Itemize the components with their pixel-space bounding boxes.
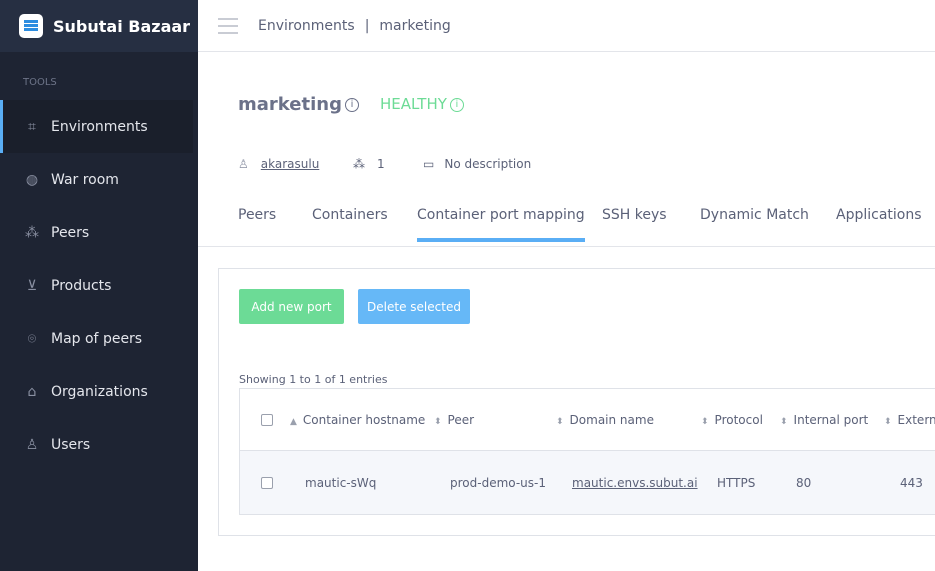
column-container-hostname[interactable]: ▲ Container hostname <box>290 413 425 427</box>
add-new-port-button[interactable]: Add new port <box>239 289 344 324</box>
sidebar-item-label: Peers <box>51 224 90 241</box>
peers-icon: ⁂ <box>25 224 39 241</box>
cell-domain[interactable]: mautic.envs.subut.ai <box>572 476 698 490</box>
tab-container-port-mapping[interactable]: Container port mapping <box>417 207 585 242</box>
page-title: marketing i <box>238 94 359 115</box>
sidebar-item-peers[interactable]: ⁂ Peers <box>0 206 193 259</box>
sort-icon: ⬍ <box>884 416 892 427</box>
tab-containers[interactable]: Containers <box>312 207 388 238</box>
cell-hostname: mautic-sWq <box>305 475 377 490</box>
sidebar-item-label: Environments <box>51 118 148 135</box>
sidebar-item-products[interactable]: ⊻ Products <box>0 259 193 312</box>
subutai-logo-icon <box>19 14 43 38</box>
row-checkbox[interactable] <box>261 476 273 489</box>
sidebar-item-environments[interactable]: ⌗ Environments <box>0 100 193 153</box>
column-external-port[interactable]: ⬍ Extern <box>884 413 935 427</box>
peer-count: ⁂ 1 <box>353 157 385 171</box>
globe-icon: ◍ <box>25 171 39 188</box>
environments-icon: ⌗ <box>28 118 36 135</box>
sort-icon: ⬍ <box>780 416 788 427</box>
sort-icon: ⬍ <box>556 416 564 427</box>
sidebar-item-users[interactable]: ♙ Users <box>0 418 193 471</box>
cell-protocol: HTTPS <box>717 475 756 490</box>
owner: ♙ akarasulu <box>238 157 319 171</box>
tab-peers[interactable]: Peers <box>238 207 276 238</box>
basket-icon: ⊻ <box>26 277 38 294</box>
sidebar-item-label: Products <box>51 277 112 294</box>
folder-icon: ▭ <box>423 157 435 171</box>
map-pin-icon: ⌾ <box>27 330 37 347</box>
top-bar: Environments | marketing <box>198 0 935 52</box>
sidebar: Subutai Bazaar TOOLS ⌗ Environments ◍ War … <box>0 0 198 571</box>
sidebar-item-organizations[interactable]: ⌂ Organizations <box>0 365 193 418</box>
description: ▭ No description <box>423 157 531 171</box>
brand[interactable]: Subutai Bazaar <box>0 0 198 52</box>
peer-count-value: 1 <box>377 157 385 171</box>
description-text: No description <box>444 157 532 171</box>
sidebar-section-title: TOOLS <box>23 77 57 88</box>
table-header: ▲ Container hostname ⬍ Peer ⬍ Domain name ⬍… <box>240 389 935 451</box>
port-mapping-table: ▲ Container hostname ⬍ Peer ⬍ Domain name ⬍… <box>239 388 935 515</box>
column-protocol[interactable]: ⬍ Protocol <box>701 413 763 427</box>
breadcrumb-environments[interactable]: Environments <box>258 18 355 34</box>
sort-asc-icon: ▲ <box>290 416 297 427</box>
tab-applications[interactable]: Applications <box>836 207 922 238</box>
status-text: HEALTHY <box>380 95 447 113</box>
tabs: Peers Containers Container port mapping … <box>198 195 935 247</box>
domain-link[interactable]: mautic.envs.subut.ai <box>572 476 698 490</box>
sidebar-item-label: War room <box>51 171 119 188</box>
status-badge: HEALTHY i <box>380 95 464 113</box>
column-domain-name[interactable]: ⬍ Domain name <box>556 413 654 427</box>
cell-peer: prod-demo-us-1 <box>450 475 546 490</box>
sidebar-item-map-of-peers[interactable]: ⌾ Map of peers <box>0 312 193 365</box>
owner-link[interactable]: akarasulu <box>261 157 320 171</box>
tab-ssh-keys[interactable]: SSH keys <box>602 207 667 238</box>
breadcrumb-separator: | <box>364 17 370 34</box>
bank-icon: ⌂ <box>27 383 37 400</box>
column-internal-port[interactable]: ⬍ Internal port <box>780 413 868 427</box>
delete-selected-button[interactable]: Delete selected <box>358 289 470 324</box>
user-icon: ♙ <box>238 157 249 171</box>
select-all-checkbox[interactable] <box>261 413 273 426</box>
cell-internal-port: 80 <box>796 475 812 490</box>
table-row: mautic-sWq prod-demo-us-1 mautic.envs.su… <box>240 451 935 514</box>
info-icon[interactable]: i <box>344 98 359 112</box>
tab-dynamic-match[interactable]: Dynamic Match <box>700 207 809 238</box>
column-peer[interactable]: ⬍ Peer <box>434 413 474 427</box>
sidebar-item-war-room[interactable]: ◍ War room <box>0 153 193 206</box>
sidebar-item-label: Map of peers <box>51 330 143 347</box>
port-mapping-panel: Add new port Delete selected Showing 1 t… <box>218 268 935 536</box>
sidebar-item-label: Organizations <box>51 383 148 400</box>
breadcrumb-current: marketing <box>379 17 451 34</box>
users-icon: ♙ <box>25 436 39 453</box>
sort-icon: ⬍ <box>434 416 442 427</box>
entries-info: Showing 1 to 1 of 1 entries <box>239 373 388 386</box>
environment-name: marketing <box>238 94 342 115</box>
sidebar-item-label: Users <box>51 436 91 453</box>
info-icon[interactable]: i <box>449 97 464 112</box>
brand-name: Subutai Bazaar <box>53 16 191 36</box>
menu-icon[interactable] <box>218 17 238 34</box>
sort-icon: ⬍ <box>701 416 709 427</box>
peers-icon: ⁂ <box>353 157 365 171</box>
cell-external-port: 443 <box>900 475 923 490</box>
